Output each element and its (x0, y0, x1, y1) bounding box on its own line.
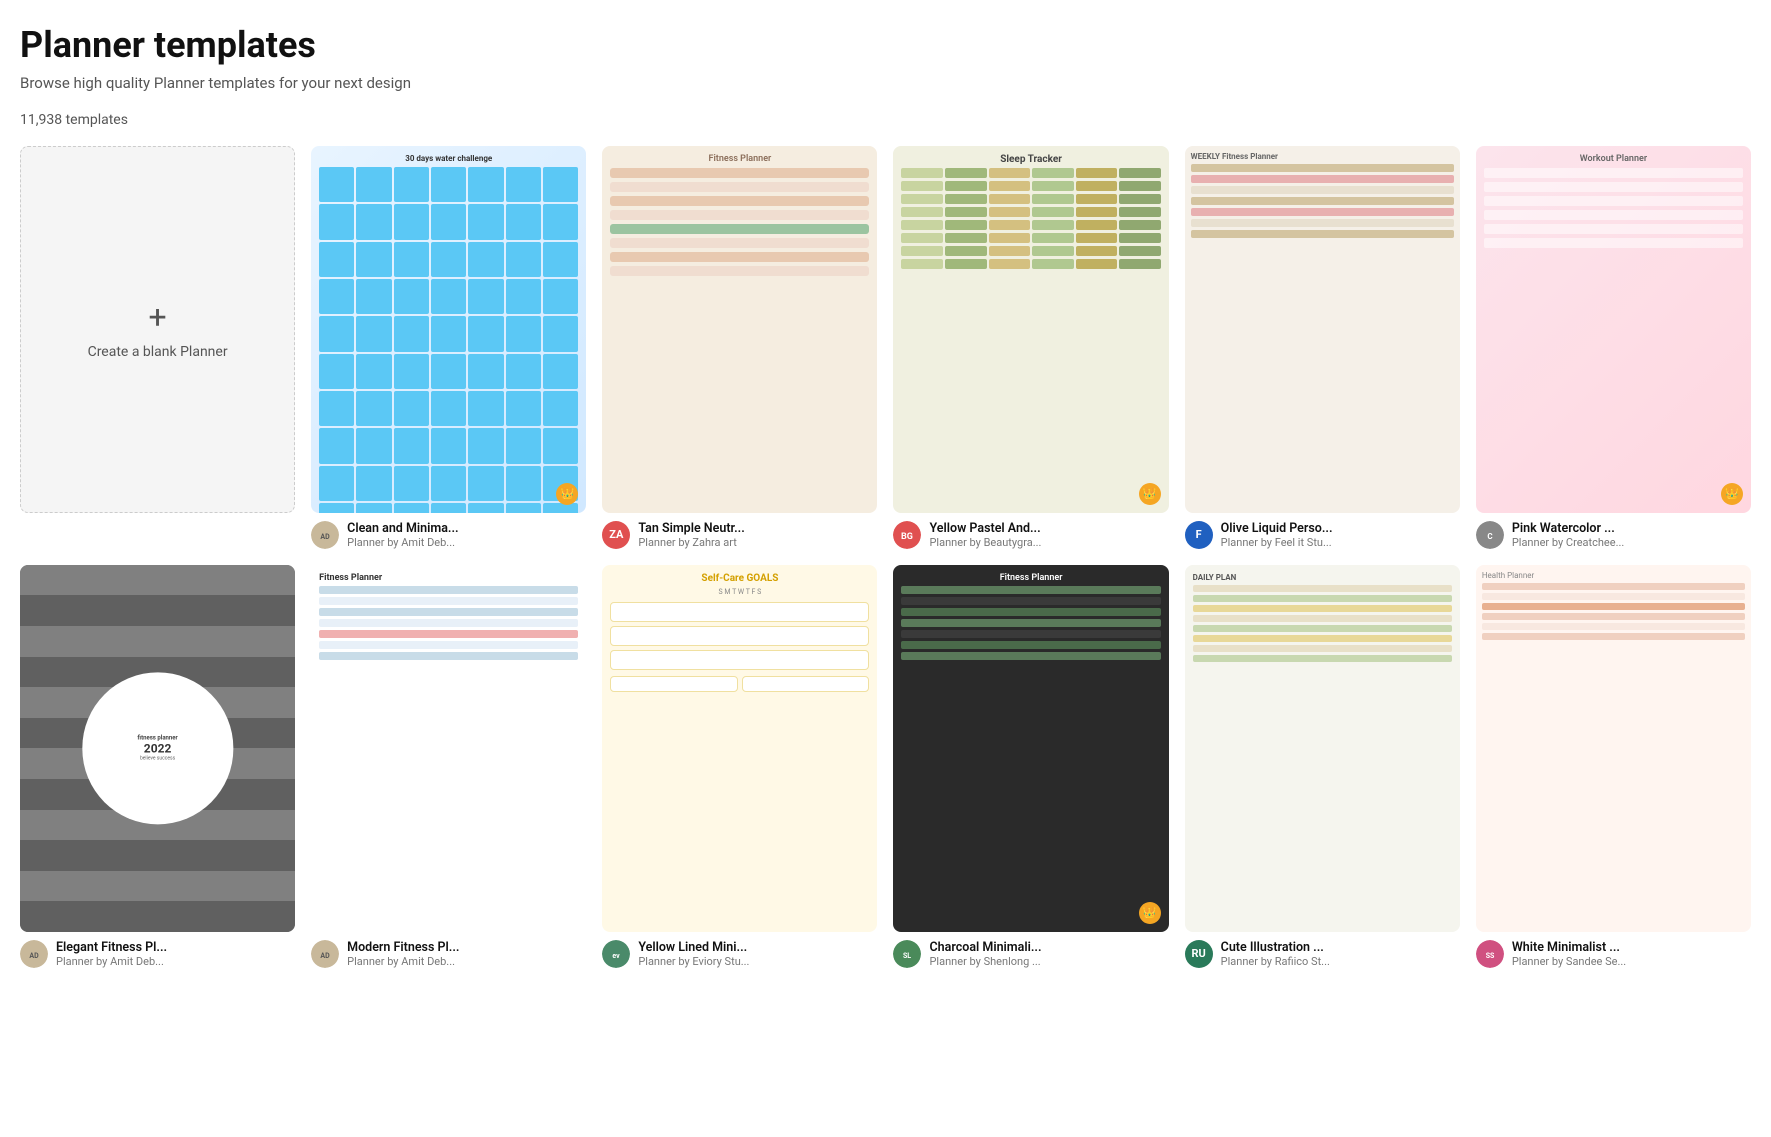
card-info-fitness-beige: ZA Tan Simple Neutr...Planner by Zahra ar… (602, 521, 877, 549)
card-avatar: RU (1185, 940, 1213, 968)
card-text: Olive Liquid Perso...Planner by Feel it … (1221, 521, 1333, 549)
card-type: Planner by Zahra art (638, 536, 744, 549)
card-avatar: AD (311, 940, 339, 968)
svg-text:AD: AD (29, 952, 39, 960)
template-card-fitness-striped[interactable]: fitness planner 2022 believe success AD E… (20, 565, 295, 968)
card-name: Yellow Lined Mini... (638, 940, 749, 955)
card-avatar: ev (602, 940, 630, 968)
crown-badge: 👑 (1139, 902, 1161, 924)
card-text: White Minimalist ...Planner by Sandee Se… (1512, 940, 1626, 968)
card-avatar: SS (1476, 940, 1504, 968)
template-count: 11,938 templates (20, 112, 1751, 128)
card-info-workout-planner: C Pink Watercolor ...Planner by Creatchee… (1476, 521, 1751, 549)
template-card-weekly-fitness[interactable]: WEEKLY Fitness Planner F Olive Liquid Per… (1185, 146, 1460, 549)
template-card-selfcare-goals[interactable]: Self-Care GOALS S M T W T F S ev Yellow L… (602, 565, 877, 968)
card-avatar: C (1476, 521, 1504, 549)
card-info-daily-plan: RU Cute Illustration ...Planner by Rafiic… (1185, 940, 1460, 968)
card-name: Cute Illustration ... (1221, 940, 1330, 955)
svg-text:SL: SL (903, 952, 911, 960)
card-text: Cute Illustration ...Planner by Rafiico … (1221, 940, 1330, 968)
card-thumb-fitness-striped[interactable]: fitness planner 2022 believe success (20, 565, 295, 932)
card-thumb-sleep-tracker[interactable]: Sleep Tracker 👑 (893, 146, 1168, 513)
card-type: Planner by Creatchee... (1512, 536, 1624, 549)
blank-label: Create a blank Planner (88, 344, 228, 360)
card-avatar: F (1185, 521, 1213, 549)
card-text: Pink Watercolor ...Planner by Creatchee.… (1512, 521, 1624, 549)
card-info-sleep-tracker: BG Yellow Pastel And...Planner by Beautyg… (893, 521, 1168, 549)
page-subtitle: Browse high quality Planner templates fo… (20, 74, 1751, 92)
card-thumb-daily-plan[interactable]: DAILY PLAN (1185, 565, 1460, 932)
card-name: White Minimalist ... (1512, 940, 1626, 955)
card-name: Modern Fitness Pl... (347, 940, 459, 955)
svg-text:BG: BG (902, 532, 914, 542)
card-thumb-health-tracker[interactable]: Health Planner (1476, 565, 1751, 932)
card-type: Planner by Shenlong ... (929, 955, 1041, 968)
card-avatar: AD (311, 521, 339, 549)
card-text: Elegant Fitness Pl...Planner by Amit Deb… (56, 940, 167, 968)
template-card-workout-planner[interactable]: Workout Planner 👑 C Pink Watercolor ...Pla… (1476, 146, 1751, 549)
card-thumb-workout-planner[interactable]: Workout Planner 👑 (1476, 146, 1751, 513)
svg-text:AD: AD (321, 952, 331, 960)
crown-badge: 👑 (1721, 483, 1743, 505)
card-type: Planner by Sandee Se... (1512, 955, 1626, 968)
card-thumb-modern-fitness[interactable]: Fitness Planner (311, 565, 586, 932)
card-type: Planner by Amit Deb... (56, 955, 167, 968)
card-name: Clean and Minima... (347, 521, 458, 536)
card-text: Charcoal Minimali...Planner by Shenlong … (929, 940, 1041, 968)
card-thumb-charcoal-fitness[interactable]: Fitness Planner 👑 (893, 565, 1168, 932)
card-text: Tan Simple Neutr...Planner by Zahra art (638, 521, 744, 549)
card-type: Planner by Beautygra... (929, 536, 1041, 549)
crown-badge: 👑 (1139, 483, 1161, 505)
card-info-charcoal-fitness: SL Charcoal Minimali...Planner by Shenlon… (893, 940, 1168, 968)
template-card-water-challenge[interactable]: 30 days water challenge 👑 AD Clean and Min… (311, 146, 586, 549)
template-card-health-tracker[interactable]: Health Planner SS White Minimalist ...Pla… (1476, 565, 1751, 968)
card-thumb-weekly-fitness[interactable]: WEEKLY Fitness Planner (1185, 146, 1460, 513)
card-type: Planner by Amit Deb... (347, 955, 459, 968)
card-name: Yellow Pastel And... (929, 521, 1041, 536)
card-text: Clean and Minima...Planner by Amit Deb..… (347, 521, 458, 549)
blank-planner-card[interactable]: + Create a blank Planner (20, 146, 295, 549)
card-text: Modern Fitness Pl...Planner by Amit Deb.… (347, 940, 459, 968)
card-thumb-water-challenge[interactable]: 30 days water challenge 👑 (311, 146, 586, 513)
page-title: Planner templates (20, 24, 1751, 66)
card-avatar: SL (893, 940, 921, 968)
template-grid: + Create a blank Planner 30 days water c… (20, 146, 1751, 968)
card-info-water-challenge: AD Clean and Minima...Planner by Amit Deb… (311, 521, 586, 549)
card-info-selfcare-goals: ev Yellow Lined Mini...Planner by Eviory … (602, 940, 877, 968)
card-type: Planner by Eviory Stu... (638, 955, 749, 968)
template-card-sleep-tracker[interactable]: Sleep Tracker 👑 BG Yellow Pastel And...Pla… (893, 146, 1168, 549)
template-card-charcoal-fitness[interactable]: Fitness Planner 👑 SL Charcoal Minimali...P… (893, 565, 1168, 968)
svg-text:C: C (1487, 532, 1492, 541)
card-avatar: BG (893, 521, 921, 549)
template-card-modern-fitness[interactable]: Fitness Planner AD Modern Fitness Pl...Pl… (311, 565, 586, 968)
card-name: Olive Liquid Perso... (1221, 521, 1333, 536)
card-info-modern-fitness: AD Modern Fitness Pl...Planner by Amit De… (311, 940, 586, 968)
card-info-fitness-striped: AD Elegant Fitness Pl...Planner by Amit D… (20, 940, 295, 968)
card-name: Charcoal Minimali... (929, 940, 1041, 955)
card-name: Pink Watercolor ... (1512, 521, 1624, 536)
card-text: Yellow Pastel And...Planner by Beautygra… (929, 521, 1041, 549)
card-type: Planner by Amit Deb... (347, 536, 458, 549)
svg-text:SS: SS (1486, 952, 1495, 960)
plus-icon: + (149, 298, 167, 336)
card-info-health-tracker: SS White Minimalist ...Planner by Sandee … (1476, 940, 1751, 968)
card-text: Yellow Lined Mini...Planner by Eviory St… (638, 940, 749, 968)
svg-text:ev: ev (613, 952, 621, 960)
template-card-daily-plan[interactable]: DAILY PLAN RU Cute Illustration ...Planne… (1185, 565, 1460, 968)
svg-text:AD: AD (321, 533, 331, 541)
card-avatar: ZA (602, 521, 630, 549)
template-card-fitness-beige[interactable]: Fitness Planner ZA Tan Simple Neutr...Pla… (602, 146, 877, 549)
card-type: Planner by Rafiico St... (1221, 955, 1330, 968)
card-thumb-fitness-beige[interactable]: Fitness Planner (602, 146, 877, 513)
card-thumb-selfcare-goals[interactable]: Self-Care GOALS S M T W T F S (602, 565, 877, 932)
card-type: Planner by Feel it Stu... (1221, 536, 1333, 549)
blank-thumb[interactable]: + Create a blank Planner (20, 146, 295, 513)
card-avatar: AD (20, 940, 48, 968)
card-name: Elegant Fitness Pl... (56, 940, 167, 955)
card-info-weekly-fitness: F Olive Liquid Perso...Planner by Feel it… (1185, 521, 1460, 549)
card-name: Tan Simple Neutr... (638, 521, 744, 536)
